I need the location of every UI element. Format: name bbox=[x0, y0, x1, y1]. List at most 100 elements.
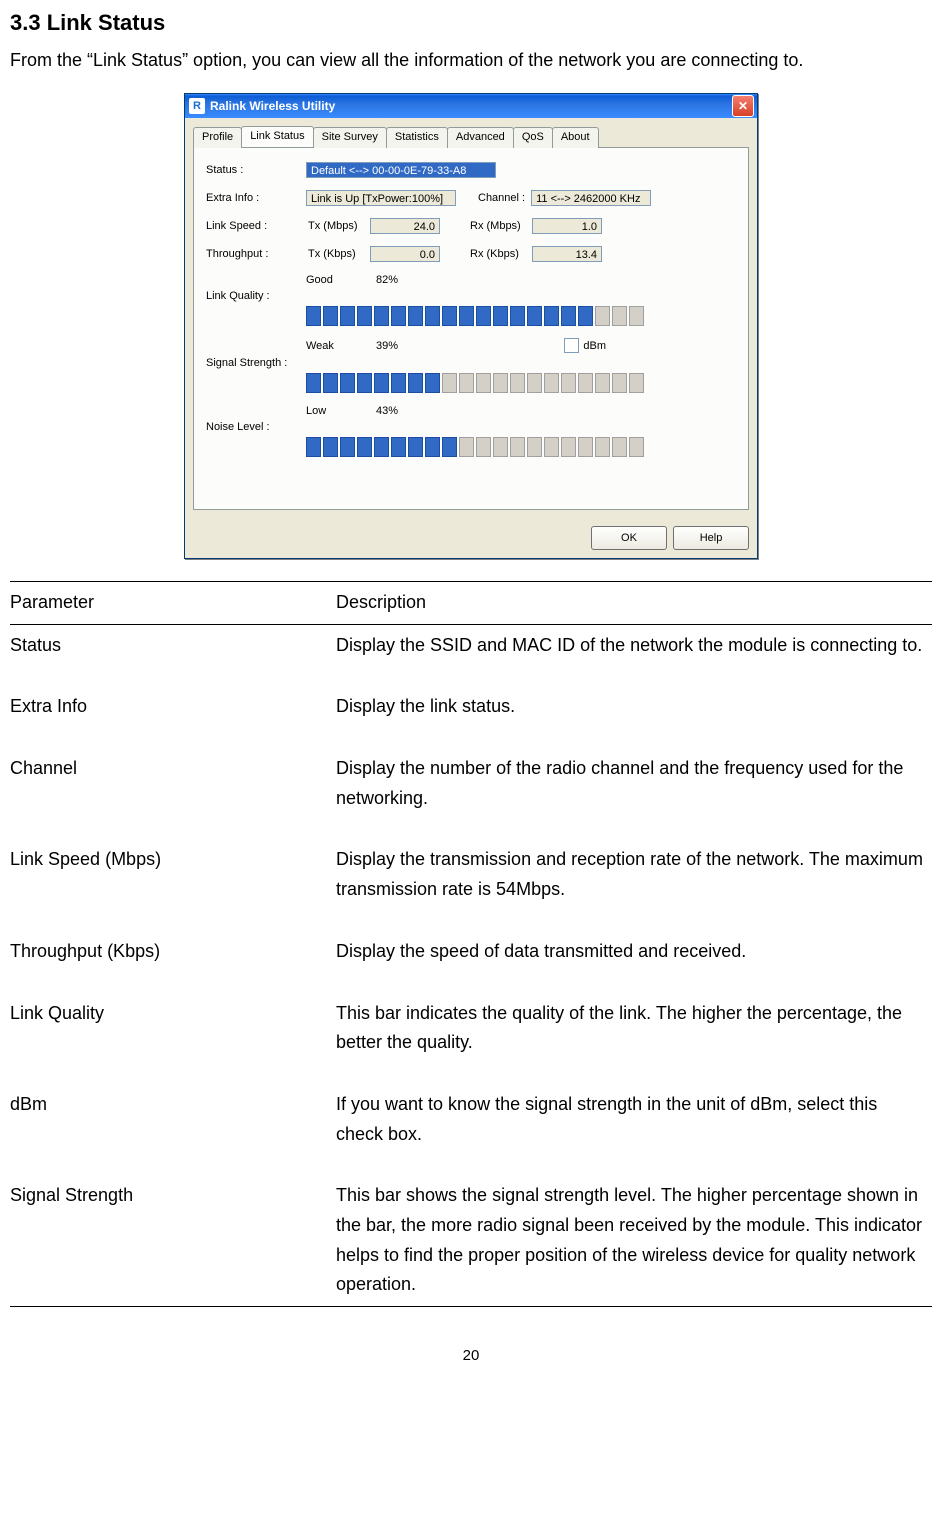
link-speed-label: Link Speed : bbox=[206, 220, 306, 232]
bar-segment bbox=[391, 373, 406, 393]
table-row: StatusDisplay the SSID and MAC ID of the… bbox=[10, 624, 932, 686]
bar-segment bbox=[442, 373, 457, 393]
signal-strength-word: Weak bbox=[306, 340, 376, 352]
dbm-checkbox[interactable] bbox=[564, 338, 579, 353]
bar-segment bbox=[595, 373, 610, 393]
table-cell-desc: Display the link status. bbox=[336, 686, 932, 748]
table-cell-param: Channel bbox=[10, 748, 336, 839]
bar-segment bbox=[510, 306, 525, 326]
bar-segment bbox=[612, 373, 627, 393]
tab-site-survey[interactable]: Site Survey bbox=[313, 127, 387, 148]
bar-segment bbox=[391, 306, 406, 326]
bar-segment bbox=[323, 437, 338, 457]
table-cell-param: Link Quality bbox=[10, 993, 336, 1084]
close-icon[interactable]: ✕ bbox=[732, 95, 754, 117]
bar-segment bbox=[476, 306, 491, 326]
table-cell-param: Extra Info bbox=[10, 686, 336, 748]
parameter-table: Parameter Description StatusDisplay the … bbox=[10, 581, 932, 1307]
dbm-label: dBm bbox=[583, 340, 606, 352]
page-number: 20 bbox=[10, 1347, 932, 1364]
link-quality-word: Good bbox=[306, 274, 376, 286]
tab-advanced[interactable]: Advanced bbox=[447, 127, 514, 148]
table-cell-param: dBm bbox=[10, 1084, 336, 1175]
app-icon: R bbox=[189, 98, 205, 114]
bar-segment bbox=[425, 373, 440, 393]
bar-segment bbox=[510, 437, 525, 457]
table-row: dBmIf you want to know the signal streng… bbox=[10, 1084, 932, 1175]
bar-segment bbox=[459, 437, 474, 457]
rx-mbps-label: Rx (Mbps) bbox=[470, 220, 526, 232]
tab-strip: ProfileLink StatusSite SurveyStatisticsA… bbox=[193, 126, 749, 147]
bar-segment bbox=[357, 306, 372, 326]
bar-segment bbox=[476, 373, 491, 393]
bar-segment bbox=[561, 373, 576, 393]
table-cell-desc: If you want to know the signal strength … bbox=[336, 1084, 932, 1175]
bar-segment bbox=[374, 306, 389, 326]
tab-qos[interactable]: QoS bbox=[513, 127, 553, 148]
tx-mbps-value: 24.0 bbox=[370, 218, 440, 234]
bar-segment bbox=[629, 373, 644, 393]
tx-kbps-value: 0.0 bbox=[370, 246, 440, 262]
bar-segment bbox=[340, 373, 355, 393]
bar-segment bbox=[578, 373, 593, 393]
bar-segment bbox=[595, 306, 610, 326]
bar-segment bbox=[544, 437, 559, 457]
bar-segment bbox=[408, 373, 423, 393]
bar-segment bbox=[527, 373, 542, 393]
status-value: Default <--> 00-00-0E-79-33-A8 bbox=[306, 162, 496, 178]
bar-segment bbox=[510, 373, 525, 393]
tx-mbps-label: Tx (Mbps) bbox=[308, 220, 364, 232]
bar-segment bbox=[612, 437, 627, 457]
bar-segment bbox=[459, 306, 474, 326]
link-quality-bar bbox=[306, 306, 736, 326]
bar-segment bbox=[493, 437, 508, 457]
rx-mbps-value: 1.0 bbox=[532, 218, 602, 234]
table-cell-param: Link Speed (Mbps) bbox=[10, 839, 336, 930]
table-cell-param: Status bbox=[10, 624, 336, 686]
bar-segment bbox=[340, 437, 355, 457]
bar-segment bbox=[476, 437, 491, 457]
bar-segment bbox=[629, 306, 644, 326]
bar-segment bbox=[357, 437, 372, 457]
tab-statistics[interactable]: Statistics bbox=[386, 127, 448, 148]
ok-button[interactable]: OK bbox=[591, 526, 667, 550]
noise-level-pct: 43% bbox=[376, 405, 436, 417]
bar-segment bbox=[323, 306, 338, 326]
bar-segment bbox=[459, 373, 474, 393]
rx-kbps-value: 13.4 bbox=[532, 246, 602, 262]
bar-segment bbox=[578, 437, 593, 457]
bar-segment bbox=[527, 306, 542, 326]
bar-segment bbox=[527, 437, 542, 457]
tab-profile[interactable]: Profile bbox=[193, 127, 242, 148]
bar-segment bbox=[323, 373, 338, 393]
bar-segment bbox=[391, 437, 406, 457]
channel-value: 11 <--> 2462000 KHz bbox=[531, 190, 651, 206]
bar-segment bbox=[374, 437, 389, 457]
intro-paragraph: From the “Link Status” option, you can v… bbox=[10, 50, 932, 71]
help-button[interactable]: Help bbox=[673, 526, 749, 550]
bar-segment bbox=[578, 306, 593, 326]
noise-level-bar bbox=[306, 437, 736, 457]
bar-segment bbox=[612, 306, 627, 326]
tab-about[interactable]: About bbox=[552, 127, 599, 148]
table-header-parameter: Parameter bbox=[10, 582, 336, 625]
bar-segment bbox=[629, 437, 644, 457]
table-cell-desc: Display the transmission and reception r… bbox=[336, 839, 932, 930]
tab-link-status[interactable]: Link Status bbox=[241, 126, 313, 147]
table-row: Extra InfoDisplay the link status. bbox=[10, 686, 932, 748]
bar-segment bbox=[374, 373, 389, 393]
table-row: Link QualityThis bar indicates the quali… bbox=[10, 993, 932, 1084]
bar-segment bbox=[442, 306, 457, 326]
rx-kbps-label: Rx (Kbps) bbox=[470, 248, 526, 260]
table-row: ChannelDisplay the number of the radio c… bbox=[10, 748, 932, 839]
status-label: Status : bbox=[206, 164, 306, 176]
signal-strength-bar bbox=[306, 373, 736, 393]
window-title: Ralink Wireless Utility bbox=[210, 99, 732, 113]
extra-info-label: Extra Info : bbox=[206, 192, 306, 204]
table-cell-desc: Display the SSID and MAC ID of the netwo… bbox=[336, 624, 932, 686]
extra-info-value: Link is Up [TxPower:100%] bbox=[306, 190, 456, 206]
link-quality-pct: 82% bbox=[376, 274, 436, 286]
noise-level-word: Low bbox=[306, 405, 376, 417]
table-cell-desc: Display the number of the radio channel … bbox=[336, 748, 932, 839]
table-cell-param: Throughput (Kbps) bbox=[10, 931, 336, 993]
